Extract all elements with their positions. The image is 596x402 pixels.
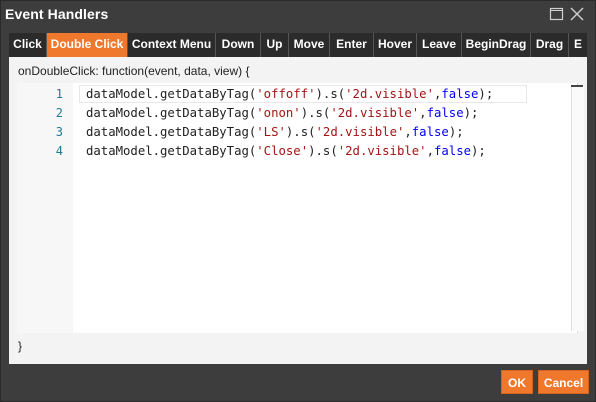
keyword: false (426, 106, 464, 120)
code-text: ); (463, 106, 479, 120)
tab-begin-drag[interactable]: BeginDrag (462, 33, 531, 57)
tab-click[interactable]: Click (9, 33, 47, 57)
code-text: , (419, 106, 427, 120)
string-literal: '2d.visible' (345, 87, 434, 101)
code-text: ).s( (300, 106, 331, 120)
tab-context-menu[interactable]: Context Menu (128, 33, 216, 57)
keyword: false (411, 125, 449, 139)
string-literal: 'LS' (256, 125, 286, 139)
line-number: 1 (55, 87, 63, 101)
code-text: ); (448, 125, 464, 139)
title-bar[interactable]: Event Handlers (1, 1, 595, 29)
tab-down[interactable]: Down (216, 33, 261, 57)
handler-panel: onDoubleClick: function(event, data, vie… (9, 57, 587, 364)
keyword: false (441, 87, 479, 101)
tab-enter[interactable]: Enter (330, 33, 374, 57)
code-text: ).s( (285, 125, 316, 139)
tab-leave[interactable]: Leave (417, 33, 462, 57)
code-text: dataModel.getDataByTag( (86, 125, 257, 139)
function-signature: onDoubleClick: function(event, data, vie… (18, 64, 250, 78)
code-text: ); (478, 87, 494, 101)
string-literal: 'onon' (256, 106, 301, 120)
tab-end-drag[interactable]: E (569, 33, 587, 57)
tab-double-click[interactable]: Double Click (47, 33, 128, 57)
cancel-button[interactable]: Cancel (538, 370, 589, 394)
code-text: ).s( (315, 87, 346, 101)
string-literal: 'offoff' (256, 87, 316, 101)
editor-scrollbar[interactable] (571, 85, 584, 331)
code-text: dataModel.getDataByTag( (86, 106, 257, 120)
string-literal: '2d.visible' (330, 106, 420, 120)
tab-hover[interactable]: Hover (374, 33, 417, 57)
line-number: 3 (55, 125, 63, 139)
code-text: dataModel.getDataByTag( (86, 87, 257, 101)
code-editor[interactable]: 1 2 3 4 dataModel.getDataByTag('offoff')… (17, 83, 578, 333)
event-tab-bar: Click Double Click Context Menu Down Up … (9, 33, 587, 57)
code-text: dataModel.getDataByTag( (86, 144, 257, 158)
code-line[interactable]: dataModel.getDataByTag('LS').s('2d.visib… (86, 125, 464, 139)
code-line[interactable]: dataModel.getDataByTag('offoff').s('2d.v… (86, 87, 493, 101)
string-literal: 'Close' (256, 144, 309, 158)
string-literal: '2d.visible' (337, 144, 427, 158)
close-icon[interactable] (569, 6, 585, 22)
dialog-title: Event Handlers (5, 6, 109, 22)
string-literal: '2d.visible' (315, 125, 405, 139)
code-text: , (426, 144, 434, 158)
scrollbar-thumb[interactable] (571, 85, 583, 87)
code-text: ).s( (308, 144, 338, 158)
event-handlers-dialog: Event Handlers Click Double Click Contex… (0, 0, 596, 402)
tab-up[interactable]: Up (261, 33, 289, 57)
function-closing-brace: } (18, 339, 23, 353)
keyword: false (433, 144, 472, 158)
code-text: ); (471, 144, 486, 158)
code-line[interactable]: dataModel.getDataByTag('Close').s('2d.vi… (86, 144, 486, 158)
line-number: 2 (55, 106, 63, 120)
line-number-gutter: 1 2 3 4 (17, 83, 73, 333)
tab-move[interactable]: Move (289, 33, 330, 57)
ok-button[interactable]: OK (501, 370, 533, 394)
tab-drag[interactable]: Drag (531, 33, 569, 57)
maximize-icon[interactable] (549, 6, 565, 22)
code-line[interactable]: dataModel.getDataByTag('onon').s('2d.vis… (86, 106, 478, 120)
line-number: 4 (55, 144, 63, 158)
code-text: , (404, 125, 412, 139)
